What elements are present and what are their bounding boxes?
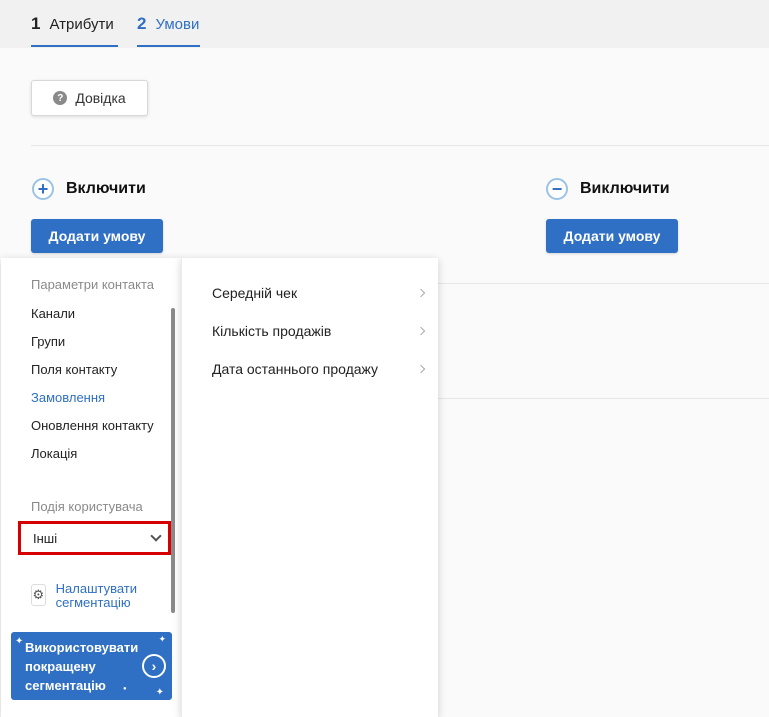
help-button-label: Довідка bbox=[75, 90, 126, 106]
exclude-title: Виключити bbox=[580, 180, 670, 197]
wizard-tabs: 1 Атрибути 2 Умови bbox=[0, 0, 769, 48]
menu-item-groups[interactable]: Групи bbox=[31, 334, 65, 349]
minus-circle-icon: − bbox=[546, 178, 568, 200]
chevron-right-icon bbox=[416, 326, 426, 336]
menu-item-contact-fields[interactable]: Поля контакту bbox=[31, 362, 117, 377]
configure-segmentation-label: Налаштувати сегментацію bbox=[55, 581, 138, 610]
sparkle-icon: ✦ bbox=[158, 634, 166, 644]
chevron-down-icon bbox=[150, 530, 162, 542]
submenu-item-label: Дата останнього продажу bbox=[212, 361, 379, 377]
submenu-item-label: Кількість продажів bbox=[212, 323, 332, 339]
sparkle-icon: ✦ bbox=[155, 687, 164, 698]
step-number: 2 bbox=[137, 14, 147, 33]
submenu-item-last-sale-date[interactable]: Дата останнього продажу bbox=[212, 361, 426, 377]
sparkle-icon: ✦ bbox=[15, 636, 24, 647]
menu-scrollbar[interactable] bbox=[171, 308, 175, 613]
enhanced-segmentation-banner[interactable]: ✦ ✦ ✦ ● Використовувати покращену сегмен… bbox=[11, 632, 172, 700]
submenu-item-average-check[interactable]: Середній чек bbox=[212, 285, 426, 301]
chevron-right-circle-icon: › bbox=[142, 654, 166, 678]
tab-label: Атрибути bbox=[49, 15, 114, 33]
menu-item-contact-update[interactable]: Оновлення контакту bbox=[31, 418, 154, 433]
condition-submenu: Середній чек Кількість продажів Дата ост… bbox=[181, 258, 438, 717]
condition-category-menu: Параметри контакта Канали Групи Поля кон… bbox=[1, 258, 182, 717]
divider bbox=[31, 145, 769, 146]
add-include-condition-button[interactable]: Додати умову bbox=[31, 219, 163, 253]
question-circle-icon: ? bbox=[53, 91, 68, 105]
include-title: Включити bbox=[66, 180, 146, 197]
step-number: 1 bbox=[31, 14, 41, 33]
menu-item-location[interactable]: Локація bbox=[31, 446, 77, 461]
submenu-item-label: Середній чек bbox=[212, 285, 298, 301]
user-event-select[interactable]: Інші bbox=[18, 521, 171, 555]
contact-params-title: Параметри контакта bbox=[31, 277, 154, 292]
gear-icon: ⚙ bbox=[31, 584, 46, 606]
user-event-title: Подія користувача bbox=[31, 499, 143, 514]
exclude-heading: − Виключити bbox=[546, 178, 670, 200]
sparkle-icon: ● bbox=[123, 686, 127, 692]
enhanced-segmentation-text: Використовувати покращену сегментацію bbox=[25, 640, 139, 693]
tab-attributes[interactable]: 1 Атрибути bbox=[31, 0, 118, 48]
plus-circle-icon: + bbox=[32, 178, 54, 200]
user-event-select-value: Інші bbox=[33, 530, 58, 546]
chevron-right-icon bbox=[416, 288, 426, 298]
submenu-item-sales-count[interactable]: Кількість продажів bbox=[212, 323, 426, 339]
menu-item-orders[interactable]: Замовлення bbox=[31, 390, 105, 405]
chevron-right-icon bbox=[416, 364, 426, 374]
add-exclude-condition-button[interactable]: Додати умову bbox=[546, 219, 678, 253]
include-heading: + Включити bbox=[32, 178, 146, 200]
menu-item-channels[interactable]: Канали bbox=[31, 306, 75, 321]
help-button[interactable]: ? Довідка bbox=[31, 80, 148, 116]
configure-segmentation-link[interactable]: ⚙ Налаштувати сегментацію bbox=[31, 582, 182, 610]
tab-conditions[interactable]: 2 Умови bbox=[137, 0, 201, 48]
tab-label: Умови bbox=[155, 15, 200, 33]
